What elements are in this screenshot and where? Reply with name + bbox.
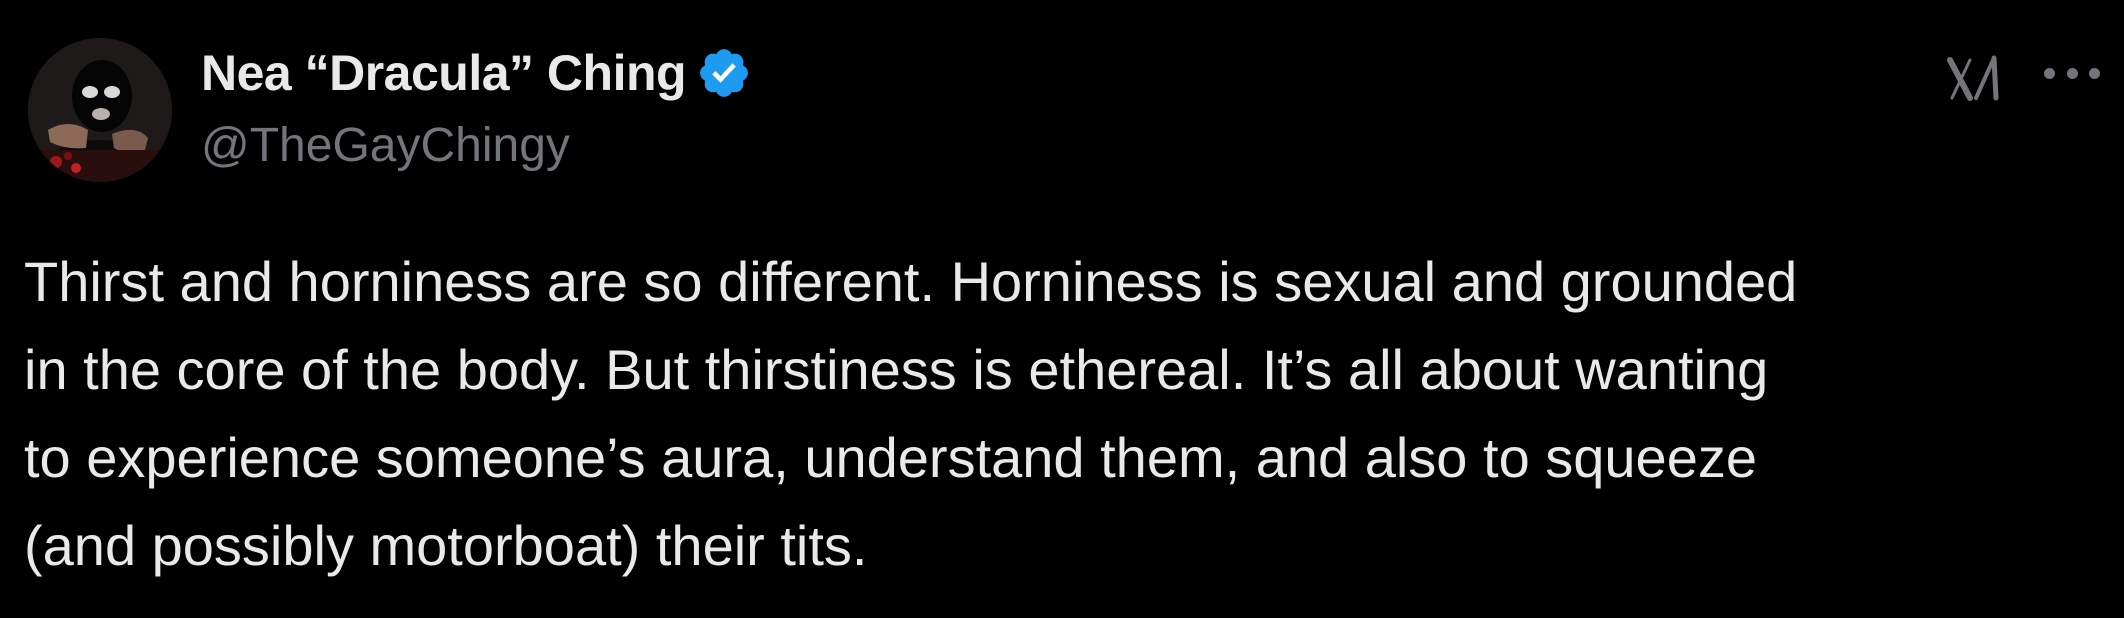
ellipsis-dot: [2066, 67, 2078, 79]
tweet-text-line: (and possibly motorboat) their tits.: [24, 514, 868, 577]
tweet-text-line: in the core of the body. But thirstiness…: [24, 338, 1769, 401]
tweet-text-line: Thirst and horniness are so different. H…: [24, 250, 1798, 313]
verified-badge-icon: [696, 45, 752, 101]
author-handle[interactable]: @TheGayChingy: [201, 118, 570, 173]
ellipsis-dot: [2089, 67, 2100, 79]
ellipsis-icon: [2044, 67, 2055, 79]
tweet-text: Thirst and horniness are so different. H…: [24, 238, 2104, 590]
author-name-row: Nea “Dracula” Ching: [201, 42, 752, 104]
x-logo-icon: [1946, 54, 2006, 104]
tweet-card: Nea “Dracula” Ching @TheGayChingy Thirst…: [0, 0, 2124, 618]
avatar-image: [28, 38, 172, 182]
more-options-button[interactable]: [2044, 58, 2100, 88]
avatar[interactable]: [28, 38, 172, 182]
tweet-text-line: to experience someone’s aura, understand…: [24, 426, 1757, 489]
author-display-name[interactable]: Nea “Dracula” Ching: [201, 44, 687, 102]
